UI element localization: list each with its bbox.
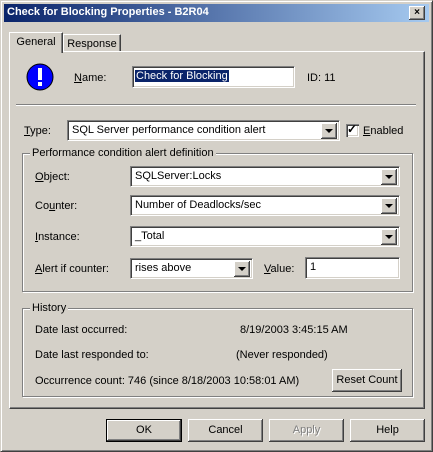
type-label: Type: xyxy=(24,125,51,137)
value-field[interactable]: 1 xyxy=(305,257,400,279)
value-value: 1 xyxy=(310,261,317,273)
title-bar[interactable]: Check for Blocking Properties - B2R04 × xyxy=(4,4,429,22)
apply-button[interactable]: Apply xyxy=(269,419,344,442)
id-text: ID: 11 xyxy=(307,72,336,84)
perf-group-title: Performance condition alert definition xyxy=(30,147,216,159)
help-button[interactable]: Help xyxy=(350,419,425,442)
type-select[interactable]: SQL Server performance condition alert xyxy=(67,120,340,141)
instance-value: _Total xyxy=(135,230,165,242)
date-last-responded-label: Date last responded to: xyxy=(35,349,149,361)
separator xyxy=(16,104,416,106)
name-label: Name: xyxy=(74,72,107,84)
occurrence-count: Occurrence count: 746 (since 8/18/2003 1… xyxy=(35,375,300,387)
object-label: Object: xyxy=(35,171,70,183)
date-last-occurred-label: Date last occurred: xyxy=(35,324,128,336)
object-value: SQLServer:Locks xyxy=(135,170,222,182)
properties-dialog: Check for Blocking Properties - B2R04 × … xyxy=(0,0,433,452)
apply-label: Apply xyxy=(292,424,321,436)
cancel-button[interactable]: Cancel xyxy=(188,419,263,442)
date-last-responded-value: (Never responded) xyxy=(236,349,328,361)
enabled-checkbox[interactable]: ✓ xyxy=(346,122,359,137)
instance-select[interactable]: _Total xyxy=(130,226,400,247)
counter-value: Number of Deadlocks/sec xyxy=(135,199,261,211)
tab-general-label: General xyxy=(16,36,56,48)
reset-count-label: Reset Count xyxy=(336,374,398,386)
type-value: SQL Server performance condition alert xyxy=(72,124,266,136)
name-field[interactable]: Check for Blocking xyxy=(132,66,295,88)
chevron-down-icon[interactable] xyxy=(234,261,250,277)
chevron-down-icon[interactable] xyxy=(381,198,397,214)
cancel-label: Cancel xyxy=(208,424,243,436)
reset-count-button[interactable]: Reset Count xyxy=(332,369,402,392)
history-title: History xyxy=(30,302,69,314)
ok-button[interactable]: OK xyxy=(106,419,182,442)
close-icon[interactable]: × xyxy=(409,6,425,20)
alert-if-label: Alert if counter: xyxy=(35,263,109,275)
object-select[interactable]: SQLServer:Locks xyxy=(130,166,400,187)
ok-label: OK xyxy=(136,424,152,436)
window-title: Check for Blocking Properties - B2R04 xyxy=(7,6,209,18)
instance-label: Instance: xyxy=(35,231,80,243)
counter-label: Counter: xyxy=(35,200,78,212)
general-tab-panel: Name: Check for Blocking ID: 11 Type: SQ… xyxy=(9,51,425,409)
alert-if-select[interactable]: rises above xyxy=(130,258,253,279)
chevron-down-icon[interactable] xyxy=(381,229,397,245)
help-label: Help xyxy=(376,424,399,436)
check-mark-icon: ✓ xyxy=(347,122,358,136)
date-last-occurred-value: 8/19/2003 3:45:15 AM xyxy=(240,324,348,336)
counter-select[interactable]: Number of Deadlocks/sec xyxy=(130,195,400,216)
name-value: Check for Blocking xyxy=(135,70,229,82)
chevron-down-icon[interactable] xyxy=(321,123,337,139)
tab-general[interactable]: General xyxy=(9,32,63,53)
tab-response-label: Response xyxy=(67,38,117,50)
alert-if-value: rises above xyxy=(135,262,192,274)
info-exclamation-icon xyxy=(26,63,54,91)
value-label: Value: xyxy=(264,263,295,275)
enabled-label: Enabled xyxy=(363,125,404,137)
chevron-down-icon[interactable] xyxy=(381,169,397,185)
